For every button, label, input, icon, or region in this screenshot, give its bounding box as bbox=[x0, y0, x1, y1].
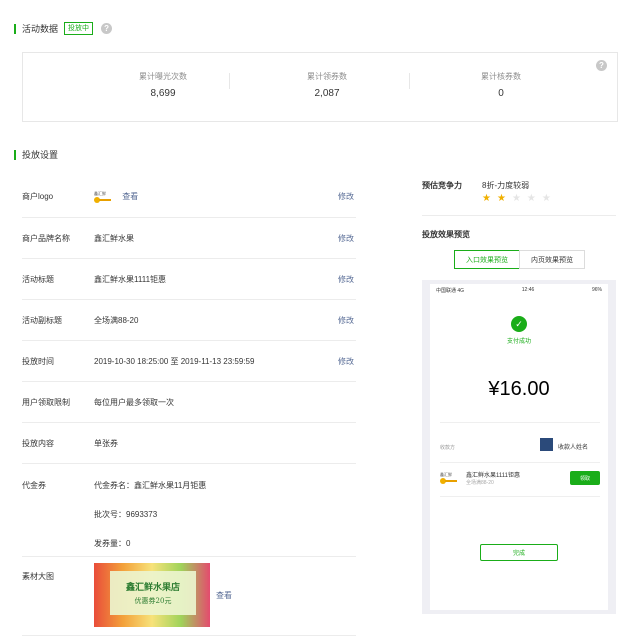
divider bbox=[440, 462, 600, 463]
row-label: 投放时间 bbox=[22, 356, 54, 366]
stat-label: 累计曝光次数 bbox=[139, 72, 187, 81]
row-claim-limit: 用户领取限制 每位用户最多领取一次 bbox=[22, 382, 356, 423]
banner-subtitle: 优惠券20元 bbox=[134, 597, 172, 605]
star-filled-icon: ★ bbox=[482, 193, 491, 204]
merchant-logo: 鑫汇鲜 bbox=[440, 472, 458, 484]
carrier: 中国联通 4G bbox=[436, 287, 465, 294]
key-icon bbox=[94, 196, 112, 203]
edit-brand-link[interactable]: 修改 bbox=[338, 233, 354, 244]
activity-data-header: 活动数据 投放中 ? bbox=[14, 22, 113, 35]
row-value: 鑫汇鲜水果 bbox=[94, 233, 134, 243]
section-marker bbox=[14, 149, 16, 160]
stat-divider bbox=[409, 73, 410, 89]
competitiveness-label: 预估竞争力 bbox=[422, 181, 462, 190]
stats-help-icon[interactable]: ? bbox=[596, 60, 607, 71]
coupon-subtitle: 全场满88-20 bbox=[466, 480, 494, 486]
row-label: 商户品牌名称 bbox=[22, 233, 70, 243]
tab-entry-preview[interactable]: 入口效果预览 bbox=[454, 250, 520, 269]
star-empty-icon: ★ bbox=[541, 193, 551, 204]
success-check-icon: ✓ bbox=[511, 316, 527, 332]
stat-claimed: 累计领券数 2,087 bbox=[237, 71, 417, 99]
divider bbox=[422, 215, 616, 216]
edit-title-link[interactable]: 修改 bbox=[338, 274, 354, 285]
competitiveness-value: 8折-力度较弱 bbox=[482, 181, 530, 190]
payee-label: 收款方 bbox=[440, 445, 456, 451]
divider bbox=[440, 496, 600, 497]
row-value: 全场满88-20 bbox=[94, 315, 139, 325]
banner-card: 鑫汇鲜水果店 优惠券20元 bbox=[110, 571, 196, 615]
battery: 96% bbox=[591, 287, 602, 293]
settings-header: 投放设置 bbox=[14, 148, 58, 161]
row-label: 投放内容 bbox=[22, 438, 54, 448]
row-merchant-logo: 商户logo 鑫汇鲜 查看 修改 bbox=[22, 176, 356, 218]
row-activity-title: 活动标题 鑫汇鲜水果1111钜惠 修改 bbox=[22, 259, 356, 300]
row-delivery-time: 投放时间 2019-10-30 18:25:00 至 2019-11-13 23… bbox=[22, 341, 356, 382]
clock: 12:46 bbox=[521, 287, 535, 293]
status-badge: 投放中 bbox=[64, 22, 94, 35]
row-label: 活动标题 bbox=[22, 274, 54, 284]
row-label: 商户logo bbox=[22, 192, 54, 201]
row-value: 鑫汇鲜 查看 bbox=[94, 191, 338, 203]
stat-divider bbox=[229, 73, 230, 89]
voucher-batch: 批次号：9693373 bbox=[94, 510, 158, 519]
merchant-logo: 鑫汇鲜 bbox=[94, 191, 112, 203]
stats-panel: ? 累计曝光次数 8,699 累计领券数 2,087 累计核券数 0 bbox=[22, 52, 618, 122]
rating-stars: ★ ★ ★ ★ ★ bbox=[482, 193, 557, 204]
payee-avatar bbox=[540, 438, 553, 451]
stat-exposure: 累计曝光次数 8,699 bbox=[73, 71, 253, 99]
edit-time-link[interactable]: 修改 bbox=[338, 356, 354, 367]
voucher-issued: 发券量：0 bbox=[94, 539, 131, 548]
star-empty-icon: ★ bbox=[526, 193, 536, 204]
row-brand-name: 商户品牌名称 鑫汇鲜水果 修改 bbox=[22, 218, 356, 259]
activity-data-title: 活动数据 bbox=[22, 24, 59, 34]
claim-button[interactable]: 领取 bbox=[570, 471, 600, 485]
row-value: 鑫汇鲜水果1111钜惠 bbox=[94, 274, 167, 284]
stat-value: 2,087 bbox=[314, 88, 340, 99]
row-label: 代金券 bbox=[22, 481, 46, 490]
star-filled-icon: ★ bbox=[496, 193, 506, 204]
coupon-logo: 鑫汇鲜 bbox=[440, 472, 466, 484]
row-value: 2019-10-30 18:25:00 至 2019-11-13 23:59:5… bbox=[94, 356, 255, 366]
voucher-name: 代金券名：鑫汇鲜水果11月钜惠 bbox=[94, 481, 207, 490]
edit-subtitle-link[interactable]: 修改 bbox=[338, 315, 354, 326]
row-value: 每位用户最多领取一次 bbox=[94, 397, 174, 407]
stat-label: 累计领券数 bbox=[307, 72, 347, 81]
tab-inner-preview[interactable]: 内页效果预览 bbox=[519, 250, 585, 269]
view-material-link[interactable]: 查看 bbox=[216, 590, 232, 601]
star-empty-icon: ★ bbox=[511, 193, 521, 204]
key-icon bbox=[440, 478, 458, 484]
pay-amount: ¥16.00 bbox=[488, 378, 550, 400]
row-label: 活动副标题 bbox=[22, 315, 62, 325]
view-logo-link[interactable]: 查看 bbox=[122, 192, 138, 201]
row-label: 用户领取限制 bbox=[22, 397, 70, 407]
banner-title: 鑫汇鲜水果店 bbox=[125, 583, 180, 593]
row-activity-subtitle: 活动副标题 全场满88-20 修改 bbox=[22, 300, 356, 341]
phone-screen: 中国联通 4G 12:46 96% ✓ 支付成功 ¥16.00 收款方 收款人姓… bbox=[430, 284, 608, 610]
row-material-image: 素材大图 鑫汇鲜水果店 优惠券20元 查看 bbox=[22, 557, 356, 636]
preview-frame: 中国联通 4G 12:46 96% ✓ 支付成功 ¥16.00 收款方 收款人姓… bbox=[422, 280, 616, 614]
row-value: 单张券 bbox=[94, 438, 118, 448]
row-label: 素材大图 bbox=[22, 572, 54, 581]
pay-success-text: 支付成功 bbox=[506, 339, 531, 345]
coupon-title: 鑫汇鲜水果1111钜惠 bbox=[466, 473, 521, 479]
row-delivery-content: 投放内容 单张券 bbox=[22, 423, 356, 464]
row-value: 鑫汇鲜水果店 优惠券20元 查看 bbox=[94, 563, 356, 627]
edit-logo-link[interactable]: 修改 bbox=[338, 191, 354, 202]
stat-label: 累计核券数 bbox=[481, 72, 521, 81]
settings-title: 投放设置 bbox=[22, 150, 59, 160]
phone-status-bar: 中国联通 4G 12:46 96% bbox=[430, 284, 608, 296]
material-banner: 鑫汇鲜水果店 优惠券20元 bbox=[94, 563, 210, 627]
row-value: 代金券名：鑫汇鲜水果11月钜惠 批次号：9693373 发券量：0 bbox=[94, 480, 356, 549]
stat-redeemed: 累计核券数 0 bbox=[411, 71, 591, 99]
help-icon[interactable]: ? bbox=[101, 23, 113, 34]
done-button[interactable]: 完成 bbox=[480, 544, 558, 561]
stat-value: 0 bbox=[498, 88, 504, 99]
preview-title: 投放效果预览 bbox=[422, 230, 470, 239]
payee-name: 收款人姓名 bbox=[558, 445, 589, 451]
divider bbox=[440, 422, 600, 423]
section-marker bbox=[14, 23, 16, 34]
row-voucher: 代金券 代金券名：鑫汇鲜水果11月钜惠 批次号：9693373 发券量：0 bbox=[22, 464, 356, 557]
stat-value: 8,699 bbox=[150, 88, 176, 99]
